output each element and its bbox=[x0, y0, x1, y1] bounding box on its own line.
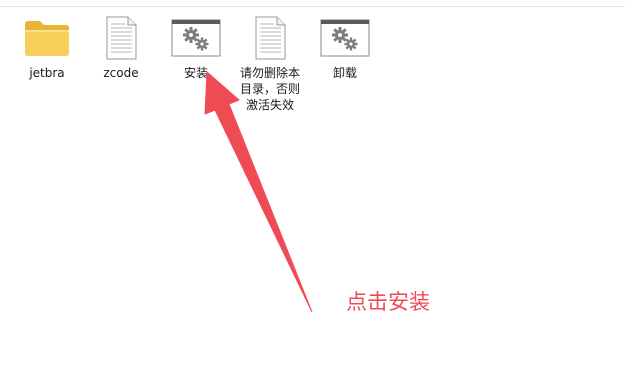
annotation-text: 点击安装 bbox=[346, 290, 430, 314]
annotation-arrow bbox=[204, 71, 313, 313]
